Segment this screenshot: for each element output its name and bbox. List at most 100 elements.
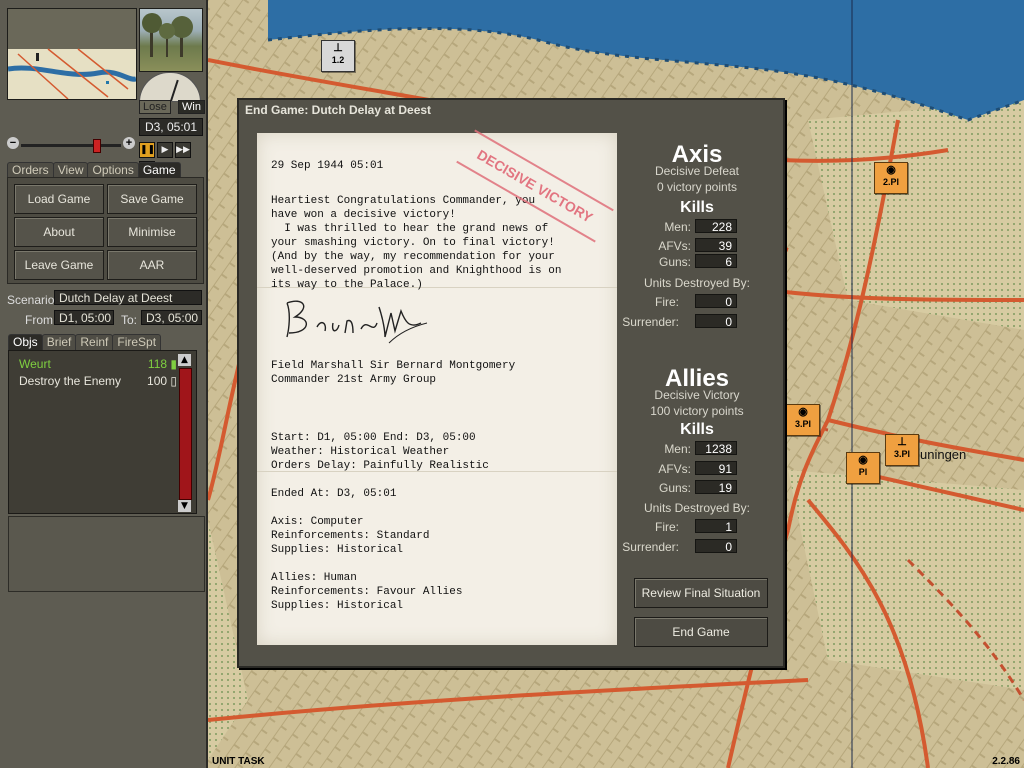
from-label: From: xyxy=(25,313,57,327)
weather-photo xyxy=(139,8,203,72)
game-buttons: Load Game Save Game About Minimise Leave… xyxy=(7,177,204,284)
scenario-label: Scenario: xyxy=(7,293,58,307)
objective-item[interactable]: Weurt 118 ▮ xyxy=(19,357,177,371)
victory-gauge xyxy=(139,72,201,102)
units-destroyed-label: Units Destroyed By: xyxy=(643,501,751,515)
allies-guns-value: 19 xyxy=(695,480,737,495)
panel-tabs: Orders View Options Game xyxy=(7,161,181,178)
lose-indicator: Lose xyxy=(139,100,171,114)
town-label: uningen xyxy=(920,447,967,462)
unit-symbol-icon: ◉ xyxy=(886,164,896,176)
objective-item[interactable]: Destroy the Enemy 100 ▯ xyxy=(19,374,177,388)
unit-label: 1.2 xyxy=(331,55,345,65)
surrender-label: Surrender: xyxy=(622,540,679,554)
gauge-needle xyxy=(170,79,179,101)
axis-surrender-value: 0 xyxy=(695,314,737,329)
guns-label: Guns: xyxy=(658,255,691,269)
letter-allies-info: Allies: Human Reinforcements: Favour All… xyxy=(271,572,463,612)
fast-forward-icon[interactable]: ▶▶ xyxy=(175,142,191,158)
objective-name: Destroy the Enemy xyxy=(19,374,122,388)
afvs-label: AFVs: xyxy=(658,239,691,253)
guns-label: Guns: xyxy=(658,481,691,495)
victory-letter: 29 Sep 1944 05:01 Heartiest Congratulati… xyxy=(257,129,617,645)
map-unit[interactable]: ◉ 3.Pl xyxy=(786,404,820,436)
minimise-button[interactable]: Minimise xyxy=(107,217,197,247)
axis-afvs-value: 39 xyxy=(695,238,737,253)
signature xyxy=(286,300,428,344)
letter-signoff: Field Marshall Sir Bernard Montgomery Co… xyxy=(271,360,516,386)
unit-label: 3.Pl xyxy=(893,449,910,459)
current-date: D3, 05:01 xyxy=(139,118,203,136)
map-unit[interactable]: ⊥ 1.2 xyxy=(321,40,355,72)
to-label: To: xyxy=(121,313,138,327)
units-destroyed-label: Units Destroyed By: xyxy=(643,276,751,290)
axis-men-value: 228 xyxy=(695,219,737,234)
map-unit[interactable]: ⊥ 3.Pl xyxy=(885,434,919,466)
fire-label: Fire: xyxy=(655,520,679,534)
aar-button[interactable]: AAR xyxy=(107,250,197,280)
unit-label: Pl xyxy=(858,467,868,477)
men-label: Men: xyxy=(664,220,691,234)
tab-game[interactable]: Game xyxy=(137,162,181,178)
letter-scenario-info: Start: D1, 05:00 End: D3, 05:00 Weather:… xyxy=(271,432,489,472)
men-label: Men: xyxy=(664,442,691,456)
plus-icon[interactable]: + xyxy=(123,137,135,149)
letter-ended-at: Ended At: D3, 05:01 xyxy=(271,488,397,500)
version-label: 2.2.86 xyxy=(992,756,1020,767)
tab-brief[interactable]: Brief xyxy=(41,334,77,350)
allies-points: 100 victory points xyxy=(650,404,744,418)
letter-body: Heartiest Congratulations Commander, you… xyxy=(271,195,562,291)
info-panel xyxy=(8,516,205,592)
tab-options[interactable]: Options xyxy=(87,162,139,178)
tab-reinf[interactable]: Reinf xyxy=(75,334,114,350)
unit-symbol-icon: ◉ xyxy=(798,406,808,418)
objective-value: 118 ▮ xyxy=(147,357,177,371)
dialog-title: End Game: Dutch Delay at Deest xyxy=(245,103,432,117)
tab-objs[interactable]: Objs xyxy=(8,334,43,350)
allies-fire-value: 1 xyxy=(695,519,737,534)
scroll-thumb[interactable] xyxy=(179,368,192,500)
review-final-situation-button[interactable]: Review Final Situation xyxy=(634,578,768,608)
allies-result: Decisive Victory xyxy=(654,388,740,402)
unit-symbol-icon: ◉ xyxy=(858,454,868,466)
slider-track xyxy=(21,144,121,147)
time-slider[interactable]: − + xyxy=(7,137,135,153)
scroll-up-icon[interactable]: ▲ xyxy=(178,354,191,366)
objectives-scrollbar[interactable]: ▲ ▼ xyxy=(178,354,192,512)
unit-symbol-icon: ⊥ xyxy=(333,42,343,54)
axis-guns-value: 6 xyxy=(695,254,737,269)
minus-icon[interactable]: − xyxy=(7,137,19,149)
allies-afvs-value: 91 xyxy=(695,461,737,476)
end-game-button[interactable]: End Game xyxy=(634,617,768,647)
save-game-button[interactable]: Save Game xyxy=(107,184,197,214)
load-game-button[interactable]: Load Game xyxy=(14,184,104,214)
objective-value: 100 ▯ xyxy=(147,374,177,388)
axis-fire-value: 0 xyxy=(695,294,737,309)
from-date: D1, 05:00 xyxy=(54,310,114,325)
allies-kills-title: Kills xyxy=(680,421,714,438)
map-unit[interactable]: ◉ 2.Pl xyxy=(874,162,908,194)
pause-icon[interactable]: ❚❚ xyxy=(139,142,155,158)
info-tabs: Objs Brief Reinf FireSpt xyxy=(8,333,162,351)
letter-axis-info: Axis: Computer Reinforcements: Standard … xyxy=(271,516,430,556)
tab-orders[interactable]: Orders xyxy=(7,162,54,178)
fire-label: Fire: xyxy=(655,295,679,309)
tab-firespt[interactable]: FireSpt xyxy=(112,334,162,350)
flag-icon: ▮ xyxy=(170,357,177,371)
map-unit[interactable]: ◉ Pl xyxy=(846,452,880,484)
about-button[interactable]: About xyxy=(14,217,104,247)
tab-view[interactable]: View xyxy=(52,162,89,178)
to-date: D3, 05:00 xyxy=(141,310,202,325)
leave-game-button[interactable]: Leave Game xyxy=(14,250,104,280)
slider-knob[interactable] xyxy=(93,139,101,153)
letter-date: 29 Sep 1944 05:01 xyxy=(271,160,384,172)
unit-label: 2.Pl xyxy=(882,177,899,187)
win-indicator: Win xyxy=(178,100,205,114)
minimap[interactable] xyxy=(7,8,137,100)
scroll-down-icon[interactable]: ▼ xyxy=(178,500,191,512)
play-icon[interactable]: ▶ xyxy=(157,142,173,158)
objective-name: Weurt xyxy=(19,357,51,371)
unit-label: 3.Pl xyxy=(794,419,811,429)
allies-men-value: 1238 xyxy=(695,441,737,456)
surrender-label: Surrender: xyxy=(622,315,679,329)
